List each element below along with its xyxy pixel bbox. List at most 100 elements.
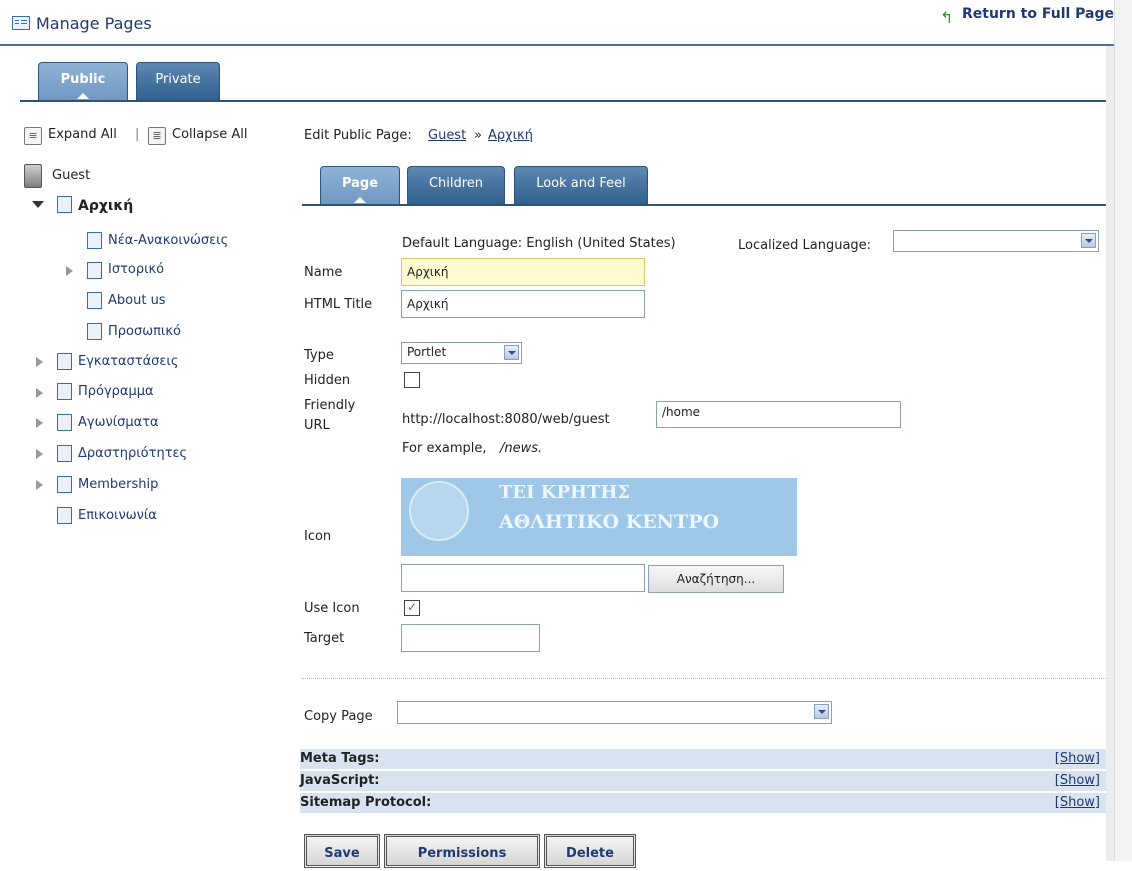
- collapse-all-icon[interactable]: ≣: [148, 127, 166, 145]
- tree-item-arxiki[interactable]: Αρχική: [78, 198, 133, 214]
- tree-item-programma[interactable]: Πρόγραμμα: [78, 384, 154, 399]
- page-icon: [57, 353, 72, 370]
- tree-item-agonismata[interactable]: Αγωνίσματα: [78, 415, 159, 430]
- expand-all-icon[interactable]: ≡: [24, 127, 42, 145]
- expand-toggle-icon[interactable]: [36, 418, 43, 428]
- tree-item-prosopiko[interactable]: Προσωπικό: [108, 324, 181, 339]
- friendly-url-label-line2: URL: [304, 418, 330, 433]
- friendly-url-prefix: http://localhost:8080/web/guest: [402, 412, 610, 427]
- page-icon: [87, 232, 102, 249]
- icon-preview-image: ΤΕΙ ΚΡΗΤΗΣ ΑΘΛΗΤΙΚΟ ΚΕΝΤΡΟ: [401, 478, 797, 556]
- meta-tags-label: Meta Tags:: [300, 751, 380, 766]
- delete-button[interactable]: Delete: [544, 834, 636, 868]
- page-icon: [57, 445, 72, 462]
- tree-controls-separator: |: [135, 127, 140, 142]
- tree-item-istoriko[interactable]: Ιστορικό: [108, 262, 164, 277]
- page-icon: [57, 383, 72, 400]
- use-icon-checkbox[interactable]: ✓: [404, 600, 420, 616]
- icon-image-line1: ΤΕΙ ΚΡΗΤΗΣ: [499, 482, 631, 503]
- collapse-all-link[interactable]: Collapse All: [172, 127, 248, 142]
- page-icon: [57, 414, 72, 431]
- example-value: /news.: [500, 441, 543, 456]
- page-icon: [57, 507, 72, 524]
- sitemap-protocol-label: Sitemap Protocol:: [300, 795, 432, 810]
- type-select-value: Portlet: [407, 345, 447, 359]
- chevron-down-icon: [1081, 233, 1096, 248]
- tree-item-egkatastaseis[interactable]: Εγκαταστάσεις: [78, 354, 178, 369]
- edit-tab-underline: [302, 204, 1112, 206]
- default-language-text: Default Language: English (United States…: [402, 236, 676, 251]
- page-icon: [87, 262, 102, 279]
- name-input[interactable]: Αρχική: [401, 258, 645, 286]
- save-button[interactable]: Save: [304, 834, 380, 868]
- friendly-url-label-line1: Friendly: [304, 398, 356, 413]
- sitemap-protocol-show-link[interactable]: [Show]: [1055, 793, 1100, 813]
- breadcrumb-prefix: Edit Public Page:: [304, 128, 412, 143]
- collapse-toggle-icon[interactable]: [32, 201, 44, 208]
- emblem-icon: [409, 481, 469, 541]
- tab-private[interactable]: Private: [136, 62, 220, 101]
- tab-look-and-feel[interactable]: Look and Feel: [514, 166, 648, 205]
- hidden-label: Hidden: [304, 373, 351, 388]
- javascript-show-link[interactable]: [Show]: [1055, 771, 1100, 791]
- expand-toggle-icon[interactable]: [36, 388, 43, 398]
- icon-image-line2: ΑΘΛΗΤΙΚΟ ΚΕΝΤΡΟ: [499, 511, 720, 533]
- tree-item-epikoinonia[interactable]: Επικοινωνία: [78, 508, 157, 523]
- icon-file-input[interactable]: [401, 564, 645, 592]
- target-label: Target: [304, 631, 345, 646]
- localized-language-label: Localized Language:: [738, 238, 872, 253]
- sitemap-protocol-section: Sitemap Protocol: [Show]: [300, 793, 1106, 813]
- expand-toggle-icon[interactable]: [36, 449, 43, 459]
- type-label: Type: [304, 348, 334, 363]
- copy-page-label: Copy Page: [304, 709, 373, 724]
- page-icon: [57, 196, 72, 213]
- example-prefix: For example,: [402, 441, 487, 456]
- tree-item-nea-anakoinoseis[interactable]: Νέα-Ανακοινώσεις: [108, 233, 228, 248]
- permissions-button[interactable]: Permissions: [384, 834, 540, 868]
- main-tab-underline: [20, 100, 1106, 102]
- target-input[interactable]: [401, 624, 540, 652]
- expand-toggle-icon[interactable]: [66, 266, 73, 276]
- section-divider: [302, 678, 1106, 679]
- localized-language-select[interactable]: [893, 230, 1099, 252]
- hidden-checkbox[interactable]: [404, 372, 420, 388]
- expand-toggle-icon[interactable]: [36, 480, 43, 490]
- page-icon: [87, 292, 102, 309]
- chevron-down-icon: [504, 345, 519, 360]
- right-panel-edge: [1106, 46, 1114, 861]
- breadcrumb-guest-link[interactable]: Guest: [428, 128, 466, 143]
- tab-children[interactable]: Children: [407, 166, 505, 205]
- tree-item-drastiriotites[interactable]: Δραστηριότητες: [78, 446, 187, 461]
- name-label: Name: [304, 265, 343, 280]
- expand-toggle-icon[interactable]: [36, 357, 43, 367]
- expand-all-link[interactable]: Expand All: [48, 127, 117, 142]
- manage-pages-icon: [12, 16, 30, 30]
- tree-item-membership[interactable]: Membership: [78, 477, 158, 492]
- return-to-full-page-link[interactable]: Return to Full Page: [962, 6, 1114, 22]
- page-icon: [87, 323, 102, 340]
- icon-label: Icon: [304, 529, 332, 544]
- tab-public[interactable]: Public: [38, 62, 128, 101]
- tab-page[interactable]: Page: [320, 166, 400, 205]
- page-title: Manage Pages: [36, 14, 152, 33]
- breadcrumb-current-link[interactable]: Αρχική: [488, 128, 533, 143]
- vertical-scrollbar[interactable]: [1114, 0, 1132, 861]
- tree-root-guest[interactable]: Guest: [52, 168, 90, 183]
- html-title-input[interactable]: Αρχική: [401, 290, 645, 318]
- browse-button[interactable]: Αναζήτηση...: [648, 565, 784, 593]
- copy-page-select[interactable]: [397, 701, 832, 724]
- meta-tags-section: Meta Tags: [Show]: [300, 749, 1106, 769]
- chevron-down-icon: [814, 704, 829, 719]
- type-select[interactable]: Portlet: [401, 342, 522, 364]
- meta-tags-show-link[interactable]: [Show]: [1055, 749, 1100, 769]
- guest-building-icon: [24, 164, 42, 188]
- page-icon: [57, 476, 72, 493]
- javascript-section: JavaScript: [Show]: [300, 771, 1106, 791]
- return-arrow-icon: ↰: [940, 8, 954, 27]
- use-icon-label: Use Icon: [304, 601, 360, 616]
- html-title-label: HTML Title: [304, 297, 373, 312]
- javascript-label: JavaScript:: [300, 773, 380, 788]
- friendly-url-input[interactable]: /home: [656, 401, 901, 428]
- breadcrumb-separator: »: [474, 128, 482, 143]
- tree-item-about-us[interactable]: About us: [108, 293, 166, 308]
